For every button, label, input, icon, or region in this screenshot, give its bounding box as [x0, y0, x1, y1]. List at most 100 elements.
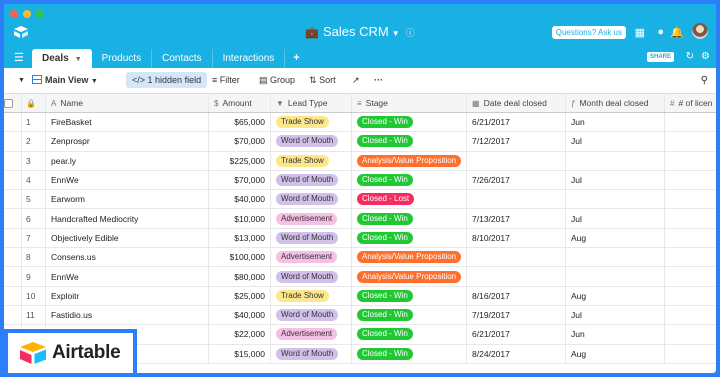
avatar[interactable] [692, 23, 708, 39]
licenses-cell[interactable] [665, 287, 716, 305]
table-row[interactable]: 11 Fastidio.us $40,000 Word of Mouth Closed … [4, 305, 716, 326]
history-icon[interactable]: ↻ [686, 51, 694, 62]
licenses-cell[interactable] [665, 171, 716, 189]
table-row[interactable]: 2 Zenprospr $70,000 Word of Mouth Closed - W… [4, 132, 716, 152]
amount-cell[interactable]: $70,000 [209, 132, 271, 151]
date-closed-cell[interactable] [467, 267, 566, 286]
hidden-fields-button[interactable]: </> 1 hidden field [126, 72, 208, 88]
tab-deals[interactable]: Deals ▼ [32, 49, 92, 68]
date-closed-cell[interactable]: 7/12/2017 [467, 132, 566, 151]
minimize-window-button[interactable] [23, 10, 31, 18]
stage-cell[interactable]: Analysis/Value Proposition [352, 248, 467, 267]
lead-type-cell[interactable]: Word of Mouth [271, 132, 352, 151]
amount-cell[interactable]: $15,000 [209, 344, 271, 363]
close-window-button[interactable] [10, 10, 18, 18]
licenses-cell[interactable] [665, 209, 716, 227]
amount-cell[interactable]: $40,000 [209, 305, 271, 325]
row-checkbox-cell[interactable] [4, 209, 22, 228]
amount-cell[interactable]: $100,000 [209, 248, 271, 267]
lead-type-cell[interactable]: Word of Mouth [271, 190, 352, 209]
date-closed-cell[interactable] [467, 190, 566, 209]
date-closed-cell[interactable]: 6/21/2017 [467, 113, 566, 132]
amount-cell[interactable]: $40,000 [209, 190, 271, 209]
menu-icon[interactable]: ☰ [14, 51, 24, 64]
date-closed-cell[interactable] [467, 248, 566, 267]
row-checkbox-cell[interactable] [4, 267, 22, 286]
table-row[interactable]: 7 Objectively Edible $13,000 Word of Mouth C… [4, 228, 716, 249]
share-view-icon[interactable]: ↗ [352, 75, 360, 86]
name-cell[interactable]: Fastidio.us [46, 305, 209, 325]
stage-cell[interactable]: Closed - Win [352, 305, 467, 325]
name-cell[interactable]: EnnWe [46, 170, 209, 190]
table-row[interactable]: 8 Consens.us $100,000 Advertisement Analysis… [4, 248, 716, 268]
sort-button[interactable]: ⇅ Sort [309, 75, 336, 86]
date-closed-cell[interactable]: 7/26/2017 [467, 170, 566, 190]
stage-cell[interactable]: Closed - Win [352, 344, 467, 363]
licenses-cell[interactable] [665, 152, 716, 170]
date-closed-cell[interactable]: 7/13/2017 [467, 209, 566, 228]
bell-icon[interactable]: 🔔 [670, 26, 684, 39]
row-checkbox-cell[interactable] [4, 132, 22, 151]
stage-cell[interactable]: Closed - Win [352, 132, 467, 151]
amount-cell[interactable]: $10,000 [209, 209, 271, 228]
lead-type-cell[interactable]: Trade Show [271, 113, 352, 132]
date-closed-cell[interactable]: 8/24/2017 [467, 344, 566, 363]
stage-cell[interactable]: Closed - Win [352, 113, 467, 132]
table-row[interactable]: 5 Earworm $40,000 Word of Mouth Closed - Los… [4, 190, 716, 210]
licenses-cell[interactable] [665, 190, 716, 208]
stage-cell[interactable]: Closed - Win [352, 228, 467, 248]
select-all-checkbox[interactable] [4, 94, 22, 112]
amount-cell[interactable]: $80,000 [209, 267, 271, 286]
date-closed-cell[interactable]: 8/16/2017 [467, 286, 566, 305]
licenses-cell[interactable] [665, 229, 716, 247]
lead-type-cell[interactable]: Advertisement [271, 209, 352, 228]
column-header-stage[interactable]: ≡ Stage [352, 94, 467, 112]
table-row[interactable]: 10 Exploitr $25,000 Trade Show Closed - Win 8… [4, 286, 716, 306]
tab-interactions[interactable]: Interactions [213, 49, 286, 68]
date-closed-cell[interactable]: 6/21/2017 [467, 325, 566, 344]
amount-cell[interactable]: $225,000 [209, 151, 271, 170]
group-button[interactable]: ▤ Group [259, 75, 295, 86]
table-row[interactable]: 6 Handcrafted Mediocrity $10,000 Advertisem… [4, 209, 716, 229]
licenses-cell[interactable] [665, 132, 716, 150]
row-checkbox-cell[interactable] [4, 305, 22, 325]
table-row[interactable]: 9 EnnWe $80,000 Word of Mouth Analysis/Value… [4, 267, 716, 287]
gear-icon[interactable]: ⚙ [701, 51, 710, 62]
maximize-window-button[interactable] [36, 10, 44, 18]
tab-products[interactable]: Products [92, 49, 153, 68]
row-checkbox-cell[interactable] [4, 248, 22, 267]
name-cell[interactable]: Earworm [46, 190, 209, 209]
stage-cell[interactable]: Closed - Lost [352, 190, 467, 209]
lead-type-cell[interactable]: Word of Mouth [271, 267, 352, 286]
info-icon[interactable]: ⓘ [406, 28, 415, 38]
amount-cell[interactable]: $65,000 [209, 113, 271, 132]
name-cell[interactable]: Zenprospr [46, 132, 209, 151]
licenses-cell[interactable] [665, 267, 716, 285]
amount-cell[interactable]: $22,000 [209, 325, 271, 344]
stage-cell[interactable]: Closed - Win [352, 170, 467, 190]
lead-type-cell[interactable]: Trade Show [271, 286, 352, 305]
search-icon[interactable]: ⚲ [701, 75, 708, 86]
lead-type-cell[interactable]: Word of Mouth [271, 228, 352, 248]
amount-cell[interactable]: $70,000 [209, 170, 271, 190]
share-button[interactable]: SHARE [646, 52, 674, 62]
help-icon[interactable]: ● [657, 26, 664, 38]
lead-type-cell[interactable]: Trade Show [271, 151, 352, 170]
row-checkbox-cell[interactable] [4, 170, 22, 190]
licenses-cell[interactable] [665, 248, 716, 266]
lead-type-cell[interactable]: Word of Mouth [271, 344, 352, 363]
table-row[interactable]: 3 pear.ly $225,000 Trade Show Analysis/Value… [4, 151, 716, 171]
column-header-date-closed[interactable]: ▦ Date deal closed [467, 94, 566, 112]
licenses-cell[interactable] [665, 113, 716, 131]
help-button[interactable]: Questions? Ask us [551, 26, 626, 39]
column-header-name[interactable]: A Name [46, 94, 209, 112]
date-closed-cell[interactable] [467, 151, 566, 170]
name-cell[interactable]: Exploitr [46, 286, 209, 305]
name-cell[interactable]: EnnWe [46, 267, 209, 286]
more-options-button[interactable]: ··· [374, 75, 383, 85]
licenses-cell[interactable] [665, 306, 716, 324]
row-checkbox-cell[interactable] [4, 286, 22, 305]
amount-cell[interactable]: $13,000 [209, 228, 271, 248]
view-switcher[interactable]: Main View ▼ [24, 75, 98, 85]
column-header-month-closed[interactable]: ƒ Month deal closed [566, 94, 665, 112]
